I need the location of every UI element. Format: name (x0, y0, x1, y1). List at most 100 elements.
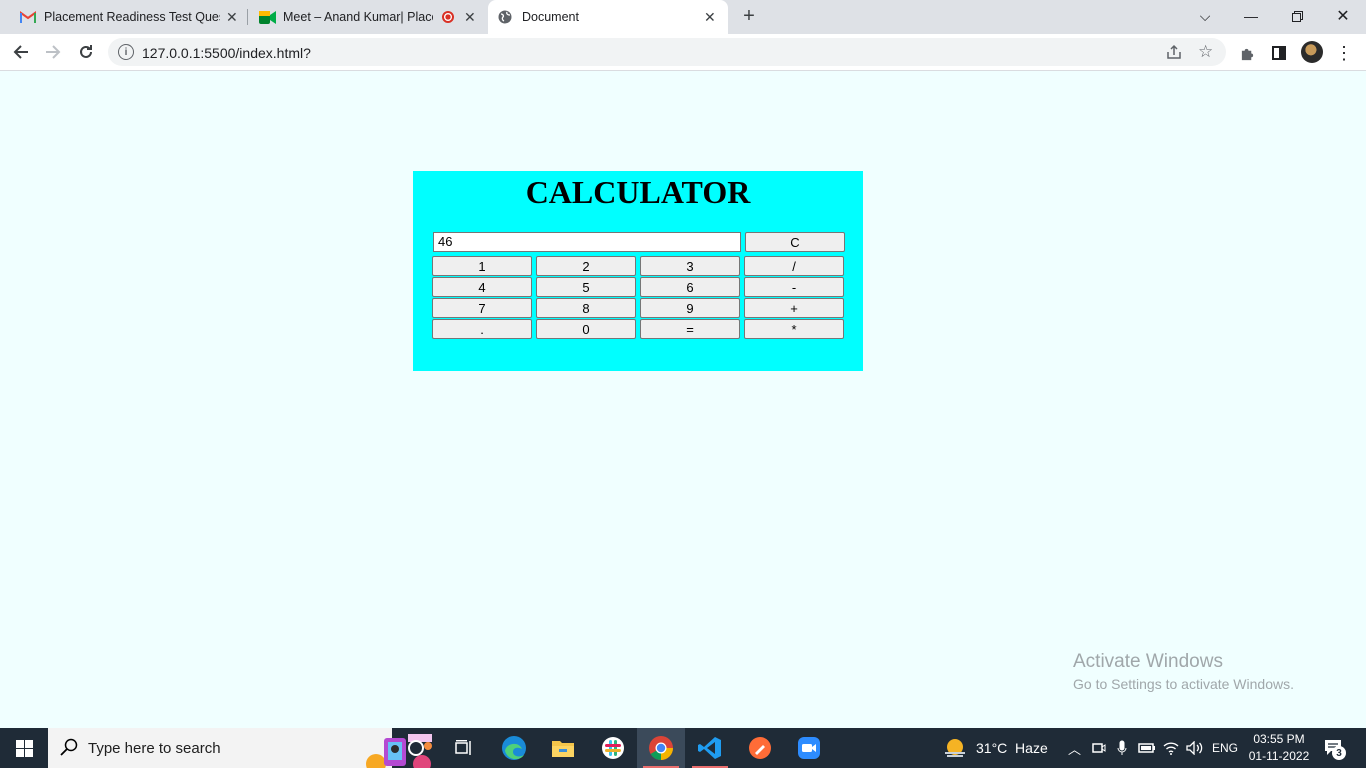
activate-windows-watermark: Activate Windows Go to Settings to activ… (1073, 651, 1294, 692)
key-6[interactable]: 6 (640, 277, 740, 297)
tab-meet[interactable]: Meet – Anand Kumar| Placem ✕ (250, 0, 484, 34)
cortana-circle-icon (408, 740, 424, 756)
taskbar-search-box[interactable]: Type here to search (48, 728, 432, 768)
extensions-puzzle-icon[interactable] (1236, 42, 1258, 64)
chrome-app[interactable] (637, 728, 685, 768)
tab-gmail[interactable]: Placement Readiness Test Questi ✕ (10, 0, 244, 34)
watermark-title: Activate Windows (1073, 651, 1223, 672)
reload-icon (80, 45, 92, 58)
key-equals[interactable]: = (640, 319, 740, 339)
back-button[interactable] (7, 38, 35, 66)
key-5[interactable]: 5 (536, 277, 636, 297)
key-0[interactable]: 0 (536, 319, 636, 339)
minimize-button[interactable]: — (1228, 0, 1274, 32)
wifi-icon[interactable] (1163, 728, 1179, 768)
search-icon (60, 738, 78, 756)
task-view-icon (455, 740, 471, 755)
key-9[interactable]: 9 (640, 298, 740, 318)
clock-date: 01-11-2022 (1248, 749, 1310, 763)
weather-text: 31°C Haze (976, 740, 1048, 756)
tab-divider (247, 9, 248, 25)
new-tab-button[interactable]: + (737, 4, 761, 28)
edge-app[interactable] (490, 728, 538, 768)
reload-button[interactable] (72, 38, 100, 66)
tab-title: Meet – Anand Kumar| Placem (283, 10, 433, 24)
restore-icon (1291, 10, 1303, 22)
chrome-icon (649, 736, 673, 760)
site-info-icon[interactable]: i (118, 44, 134, 60)
volume-icon[interactable] (1186, 728, 1204, 768)
tab-title: Document (522, 10, 579, 24)
start-button[interactable] (0, 728, 48, 768)
windows-taskbar: Type here to search 31°C Haze ︿ ENG 03:5… (0, 728, 1366, 768)
key-4[interactable]: 4 (432, 277, 532, 297)
address-bar[interactable]: i 127.0.0.1:5500/index.html? ☆ (108, 38, 1226, 66)
meet-now-icon[interactable] (1092, 728, 1106, 768)
microphone-icon[interactable] (1117, 728, 1127, 768)
vscode-icon (698, 737, 721, 759)
tab-title: Placement Readiness Test Questi (44, 10, 220, 24)
vscode-app[interactable] (686, 728, 734, 768)
postman-icon (749, 737, 771, 759)
gmail-icon (20, 11, 36, 23)
calculator-display[interactable]: 46 (433, 232, 741, 252)
globe-icon (498, 10, 512, 24)
key-2[interactable]: 2 (536, 256, 636, 276)
google-meet-icon (259, 11, 276, 24)
key-7[interactable]: 7 (432, 298, 532, 318)
key-8[interactable]: 8 (536, 298, 636, 318)
calculator-panel: CALCULATOR 46 C 1 2 3 / 4 5 6 - 7 8 9 + … (413, 171, 863, 371)
close-icon[interactable]: ✕ (226, 9, 238, 26)
clear-button[interactable]: C (745, 232, 845, 252)
edge-icon (502, 736, 526, 760)
windows-logo-icon (15, 739, 33, 757)
forward-arrow-icon (46, 45, 61, 59)
system-clock[interactable]: 03:55 PM 01-11-2022 (1244, 731, 1314, 765)
task-view-button[interactable] (440, 728, 488, 768)
share-icon[interactable] (1166, 44, 1182, 64)
close-icon[interactable]: ✕ (704, 9, 716, 26)
search-placeholder: Type here to search (88, 740, 221, 757)
folder-icon (552, 741, 574, 757)
key-subtract[interactable]: - (744, 277, 844, 297)
zoom-app[interactable] (785, 728, 833, 768)
slack-icon (602, 737, 624, 759)
clock-time: 03:55 PM (1253, 732, 1305, 746)
cortana-button[interactable] (392, 728, 440, 768)
weather-widget[interactable]: 31°C Haze (943, 728, 1048, 768)
file-explorer-app[interactable] (539, 728, 587, 768)
language-indicator[interactable]: ENG (1212, 728, 1238, 768)
side-panel-icon[interactable] (1268, 42, 1290, 64)
menu-kebab-icon[interactable]: ⋮ (1333, 42, 1355, 64)
back-arrow-icon (13, 45, 28, 59)
restore-button[interactable] (1274, 0, 1320, 32)
browser-toolbar: i 127.0.0.1:5500/index.html? ☆ ⋮ (0, 34, 1366, 71)
key-1[interactable]: 1 (432, 256, 532, 276)
watermark-subtitle: Go to Settings to activate Windows. (1073, 676, 1294, 692)
forward-button[interactable] (39, 38, 67, 66)
tab-document[interactable]: Document ✕ (488, 0, 728, 34)
show-hidden-icons-button[interactable]: ︿ (1068, 728, 1081, 768)
key-decimal[interactable]: . (432, 319, 532, 339)
key-3[interactable]: 3 (640, 256, 740, 276)
browser-tab-strip: Placement Readiness Test Questi ✕ Meet –… (0, 0, 1366, 34)
weather-haze-icon (945, 739, 965, 757)
close-icon[interactable]: ✕ (464, 9, 476, 26)
battery-icon[interactable] (1138, 728, 1156, 768)
url-text[interactable]: 127.0.0.1:5500/index.html? (142, 45, 311, 61)
calculator-title: CALCULATOR (525, 174, 751, 210)
close-window-button[interactable]: ✕ (1320, 0, 1366, 32)
recording-icon (442, 11, 454, 23)
slack-app[interactable] (589, 728, 637, 768)
chevron-up-icon: ︿ (1068, 741, 1082, 757)
key-divide[interactable]: / (744, 256, 844, 276)
notification-center-button[interactable]: 3 (1324, 728, 1346, 768)
notification-badge: 3 (1332, 746, 1346, 760)
postman-app[interactable] (736, 728, 784, 768)
key-add[interactable]: + (744, 298, 844, 318)
bookmark-star-icon[interactable]: ☆ (1198, 42, 1213, 62)
zoom-icon (798, 737, 820, 759)
profile-avatar[interactable] (1301, 41, 1323, 63)
key-multiply[interactable]: * (744, 319, 844, 339)
tab-search-chevron-icon[interactable]: ⌵ (1182, 0, 1228, 32)
